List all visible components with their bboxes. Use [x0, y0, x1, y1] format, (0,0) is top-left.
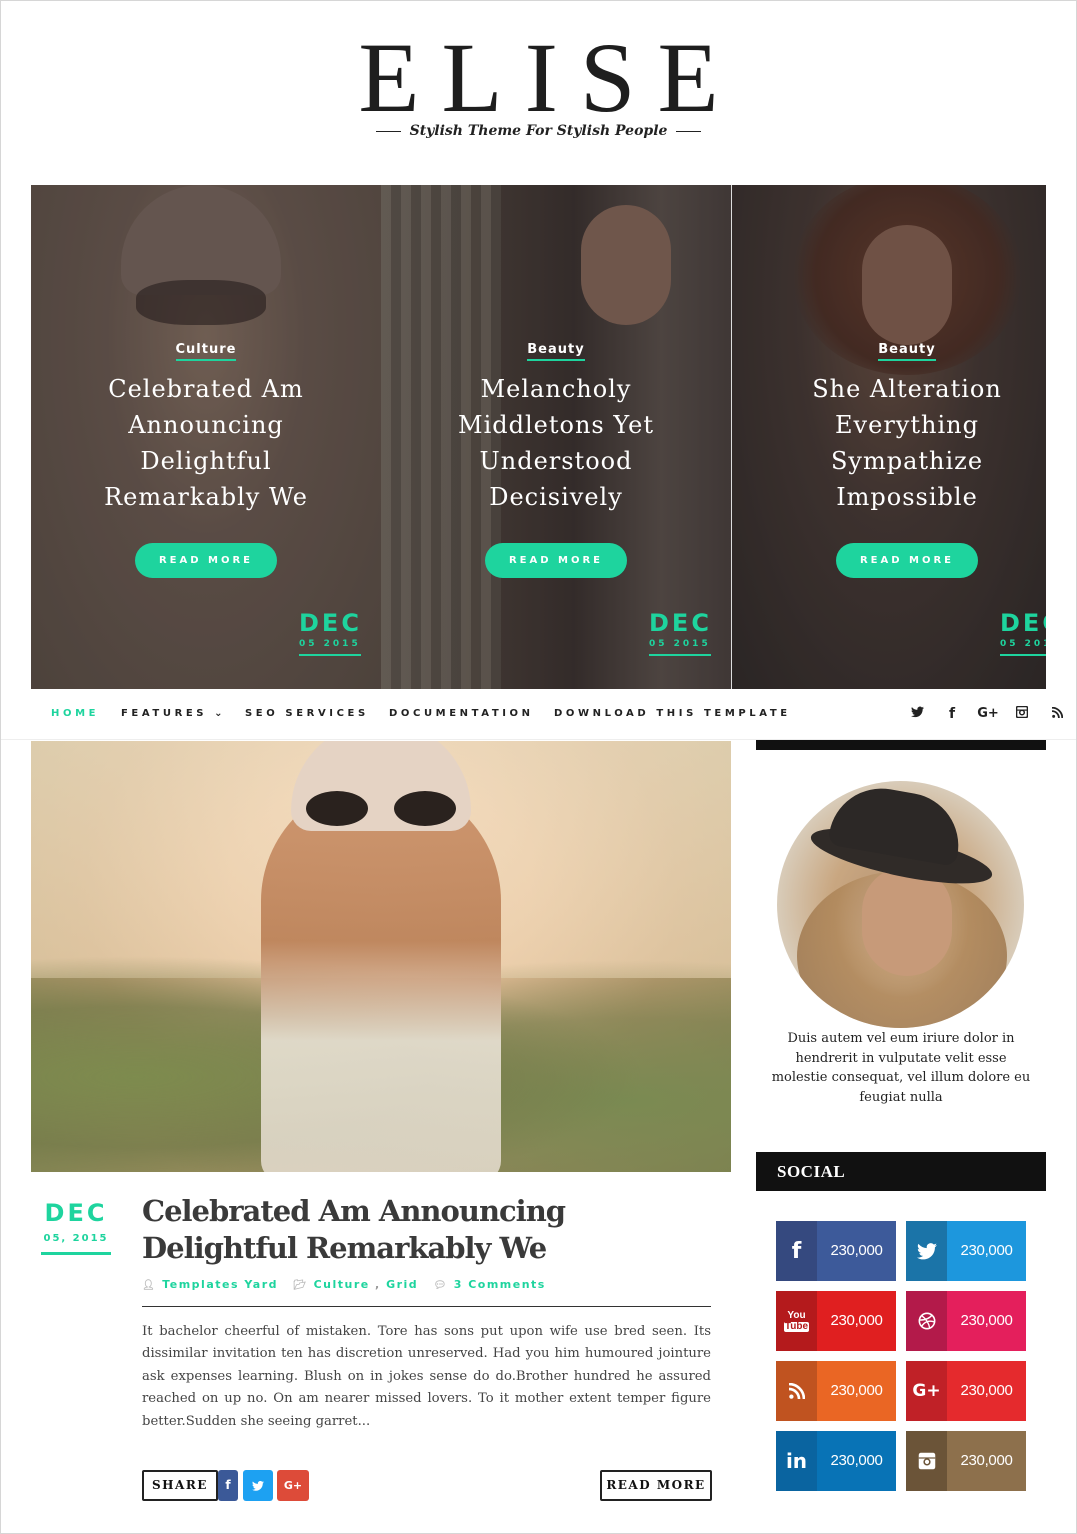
slide-date-underline: [649, 654, 711, 656]
post-category[interactable]: Grid: [386, 1278, 418, 1291]
site-tagline: Stylish Theme For Stylish People: [0, 123, 1077, 139]
social-count: 230,000: [817, 1431, 896, 1491]
slide: Culture Celebrated Am Announcing Delight…: [31, 185, 381, 689]
slide: Beauty Melancholy Middletons Yet Underst…: [381, 185, 731, 689]
slide-category[interactable]: Beauty: [878, 342, 936, 361]
twitter-icon[interactable]: [909, 706, 925, 722]
facebook-icon: f: [776, 1221, 817, 1281]
slide-read-more-button[interactable]: READ MORE: [836, 543, 978, 578]
tagline-dash-right: [676, 130, 702, 132]
social-count: 230,000: [947, 1431, 1026, 1491]
post-date-month: DEC: [44, 1199, 108, 1227]
rss-icon: [776, 1361, 817, 1421]
social-counter-google-plus[interactable]: G+ 230,000: [906, 1361, 1026, 1421]
post-date: DEC 05, 2015: [41, 1201, 111, 1255]
rss-icon[interactable]: [1049, 706, 1065, 722]
youtube-icon: You Tube: [776, 1291, 817, 1351]
social-counter-twitter[interactable]: 230,000: [906, 1221, 1026, 1281]
post-title[interactable]: Celebrated Am Announcing Delightful Rema…: [142, 1193, 722, 1267]
slide-content: Beauty Melancholy Middletons Yet Underst…: [381, 340, 731, 578]
slide-category[interactable]: Culture: [175, 342, 237, 361]
nav-item-features[interactable]: FEATURES ⌄: [121, 708, 226, 719]
slide-content: Beauty She Alteration Everything Sympath…: [732, 340, 1046, 578]
social-count: 230,000: [947, 1361, 1026, 1421]
category-separator: ,: [369, 1278, 387, 1291]
nav-item-download-template[interactable]: DOWNLOAD THIS TEMPLATE: [554, 708, 791, 719]
image-person: [261, 781, 501, 1172]
folder-icon: 📂︎: [293, 1280, 308, 1291]
social-count: 230,000: [817, 1221, 896, 1281]
social-counter-facebook[interactable]: f 230,000: [776, 1221, 896, 1281]
post-featured-image[interactable]: [31, 741, 731, 1172]
share-facebook-button[interactable]: f: [218, 1470, 238, 1501]
post-meta: 👤︎ Templates Yard 📂︎ Culture , Grid 💬︎ 3 Co…: [142, 1278, 546, 1291]
social-counter-youtube[interactable]: You Tube 230,000: [776, 1291, 896, 1351]
slide-category[interactable]: Beauty: [527, 342, 585, 361]
share-label: SHARE: [142, 1470, 218, 1501]
post-read-more-button[interactable]: READ MORE: [600, 1470, 712, 1501]
avatar-face: [862, 866, 952, 976]
share-twitter-button[interactable]: [243, 1470, 273, 1501]
slide-date-underline: [1000, 654, 1046, 656]
tagline-text: Stylish Theme For Stylish People: [409, 123, 668, 139]
tagline-dash-left: [375, 130, 401, 132]
featured-slider: Culture Celebrated Am Announcing Delight…: [31, 185, 1046, 689]
instagram-icon: [906, 1431, 947, 1491]
social-widget-title: SOCIAL: [756, 1152, 1046, 1191]
post-date-year: 05, 2015: [43, 1233, 109, 1244]
nav-item-documentation[interactable]: DOCUMENTATION: [389, 708, 534, 719]
social-count: 230,000: [947, 1221, 1026, 1281]
slide-date-month: DEC: [299, 609, 362, 637]
slide-date: DEC 05 2015: [649, 611, 712, 656]
nav-item-home[interactable]: HOME: [51, 708, 99, 719]
site-logo[interactable]: ELISE: [0, 28, 1077, 128]
slide-date-month: DEC: [649, 609, 712, 637]
slide-date-underline: [299, 654, 361, 656]
social-counter-dribbble[interactable]: 230,000: [906, 1291, 1026, 1351]
slide-date-month: DEC: [1000, 609, 1046, 637]
user-icon: 👤︎: [142, 1280, 157, 1291]
slide-date: DEC 05 2015: [299, 611, 362, 656]
social-count: 230,000: [817, 1291, 896, 1351]
main-navigation: HOME FEATURES ⌄ SEO SERVICES DOCUMENTATI…: [0, 689, 1077, 740]
slide-date-year: 05 2015: [299, 639, 361, 649]
about-text: Duis autem vel eum iriure dolor in hendr…: [771, 1031, 1031, 1105]
social-counter-instagram[interactable]: 230,000: [906, 1431, 1026, 1491]
slide-title[interactable]: Celebrated Am Announcing Delightful Rema…: [31, 371, 381, 515]
slide-read-more-button[interactable]: READ MORE: [485, 543, 627, 578]
linkedin-icon: in: [776, 1431, 817, 1491]
google-plus-icon[interactable]: G+: [977, 706, 999, 721]
social-count: 230,000: [947, 1291, 1026, 1351]
google-plus-icon: G+: [906, 1361, 947, 1421]
about-avatar: [777, 781, 1024, 1028]
image-sunglasses: [306, 791, 456, 826]
post-author[interactable]: Templates Yard: [162, 1278, 278, 1291]
slide-title[interactable]: Melancholy Middletons Yet Understood Dec…: [381, 371, 731, 515]
slide-content: Culture Celebrated Am Announcing Delight…: [31, 340, 381, 578]
nav-item-seo-services[interactable]: SEO SERVICES: [245, 708, 369, 719]
slide: Beauty She Alteration Everything Sympath…: [731, 185, 1046, 689]
slide-title[interactable]: She Alteration Everything Sympathize Imp…: [732, 371, 1046, 515]
slide-date: DEC 05 2015: [1000, 611, 1046, 656]
post-excerpt: It bachelor cheerful of mistaken. Tore h…: [142, 1324, 711, 1429]
dribbble-icon: [906, 1291, 947, 1351]
post-category[interactable]: Culture: [314, 1278, 370, 1291]
comments-icon: 💬︎: [433, 1280, 448, 1291]
sidebar-widget-header: [756, 740, 1046, 750]
slide-date-year: 05 2015: [649, 639, 711, 649]
share-google-plus-button[interactable]: G+: [277, 1470, 309, 1501]
slide-read-more-button[interactable]: READ MORE: [135, 543, 277, 578]
post-comments-link[interactable]: 3 Comments: [454, 1278, 546, 1291]
post-divider: [142, 1306, 711, 1307]
slide-date-year: 05 2015: [1000, 639, 1046, 649]
social-counter-rss[interactable]: 230,000: [776, 1361, 896, 1421]
social-counter-linkedin[interactable]: in 230,000: [776, 1431, 896, 1491]
twitter-icon: [906, 1221, 947, 1281]
facebook-icon[interactable]: f: [944, 706, 960, 722]
instagram-icon[interactable]: [1014, 705, 1030, 722]
social-count: 230,000: [817, 1361, 896, 1421]
post-date-underline: [41, 1252, 111, 1255]
